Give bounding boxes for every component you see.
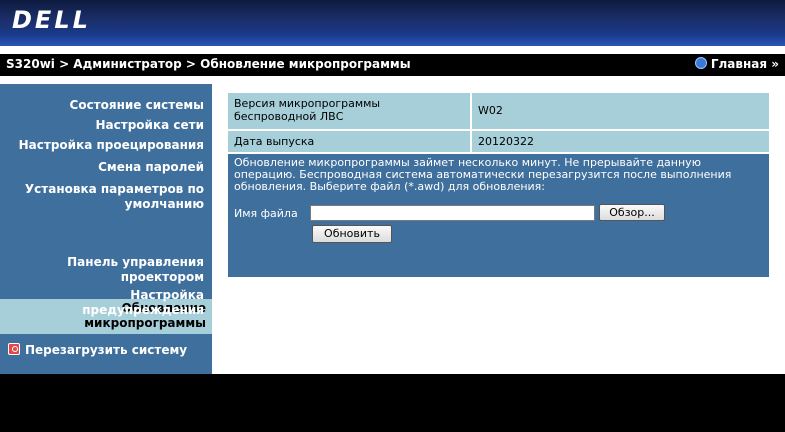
- firmware-version-value: W02: [472, 93, 769, 129]
- home-link[interactable]: Главная »: [694, 57, 779, 71]
- sidebar-item-reset-defaults[interactable]: Установка параметров по умолчанию: [25, 182, 204, 212]
- sidebar-item-projector-control-panel[interactable]: Панель управления проектором: [67, 255, 204, 285]
- sidebar-item-system-status[interactable]: Состояние системы: [70, 98, 204, 113]
- firmware-version-row: Версия микропрограммы беспроводной ЛВС W…: [228, 93, 769, 129]
- sidebar-item-alert-setup[interactable]: Настройка предупреждения: [82, 288, 204, 318]
- sidebar-item-change-passwords[interactable]: Смена паролей: [98, 160, 204, 175]
- navigation-bar: S320wi > Администратор > Обновление микр…: [0, 54, 785, 76]
- sidebar-item-label: предупреждения: [82, 303, 204, 317]
- sidebar-item-label: Настройка: [130, 288, 204, 302]
- sidebar-item-label: проектором: [120, 270, 204, 284]
- reboot-system-link[interactable]: Перезагрузить систему: [8, 343, 187, 357]
- release-date-row: Дата выпуска 20120322: [228, 131, 769, 152]
- sidebar-item-label: микропрограммы: [84, 316, 206, 330]
- breadcrumb: S320wi > Администратор > Обновление микр…: [6, 57, 411, 71]
- release-date-value: 20120322: [472, 131, 769, 152]
- home-label: Главная »: [710, 57, 779, 71]
- update-section: Обновление микропрограммы займет несколь…: [228, 154, 769, 277]
- reboot-label: Перезагрузить систему: [25, 343, 188, 357]
- file-name-label: Имя файла: [234, 207, 298, 220]
- firmware-version-label-line2: беспроводной ЛВС: [234, 110, 344, 123]
- dell-logo: DELL: [12, 6, 91, 34]
- update-description-line: обновления. Выберите файл (*.awd) для об…: [234, 180, 546, 193]
- browse-button[interactable]: Обзор...: [599, 204, 665, 221]
- header-banner: DELL: [0, 0, 785, 46]
- firmware-version-label: Версия микропрограммы беспроводной ЛВС: [228, 93, 470, 129]
- firmware-version-label-line1: Версия микропрограммы: [234, 97, 381, 110]
- sidebar-item-network-setup[interactable]: Настройка сети: [96, 118, 205, 133]
- sidebar-item-label: Установка параметров по: [24, 182, 204, 196]
- file-name-input[interactable]: [310, 205, 595, 221]
- sidebar-item-label: умолчанию: [124, 197, 204, 211]
- firmware-version-text: W02: [478, 104, 503, 117]
- sidebar-item-label: Панель управления: [67, 255, 204, 269]
- sidebar: Состояние системы Настройка сети Настрой…: [0, 84, 212, 374]
- sidebar-item-projection-setup[interactable]: Настройка проецирования: [19, 138, 204, 153]
- release-date-label: Дата выпуска: [228, 131, 470, 152]
- release-date-label-text: Дата выпуска: [234, 135, 315, 148]
- footer-bar: [0, 374, 785, 432]
- home-icon: [694, 57, 707, 69]
- power-icon: [8, 343, 20, 355]
- release-date-text: 20120322: [478, 135, 534, 148]
- update-description: Обновление микропрограммы займет несколь…: [234, 157, 731, 193]
- update-button[interactable]: Обновить: [312, 225, 392, 243]
